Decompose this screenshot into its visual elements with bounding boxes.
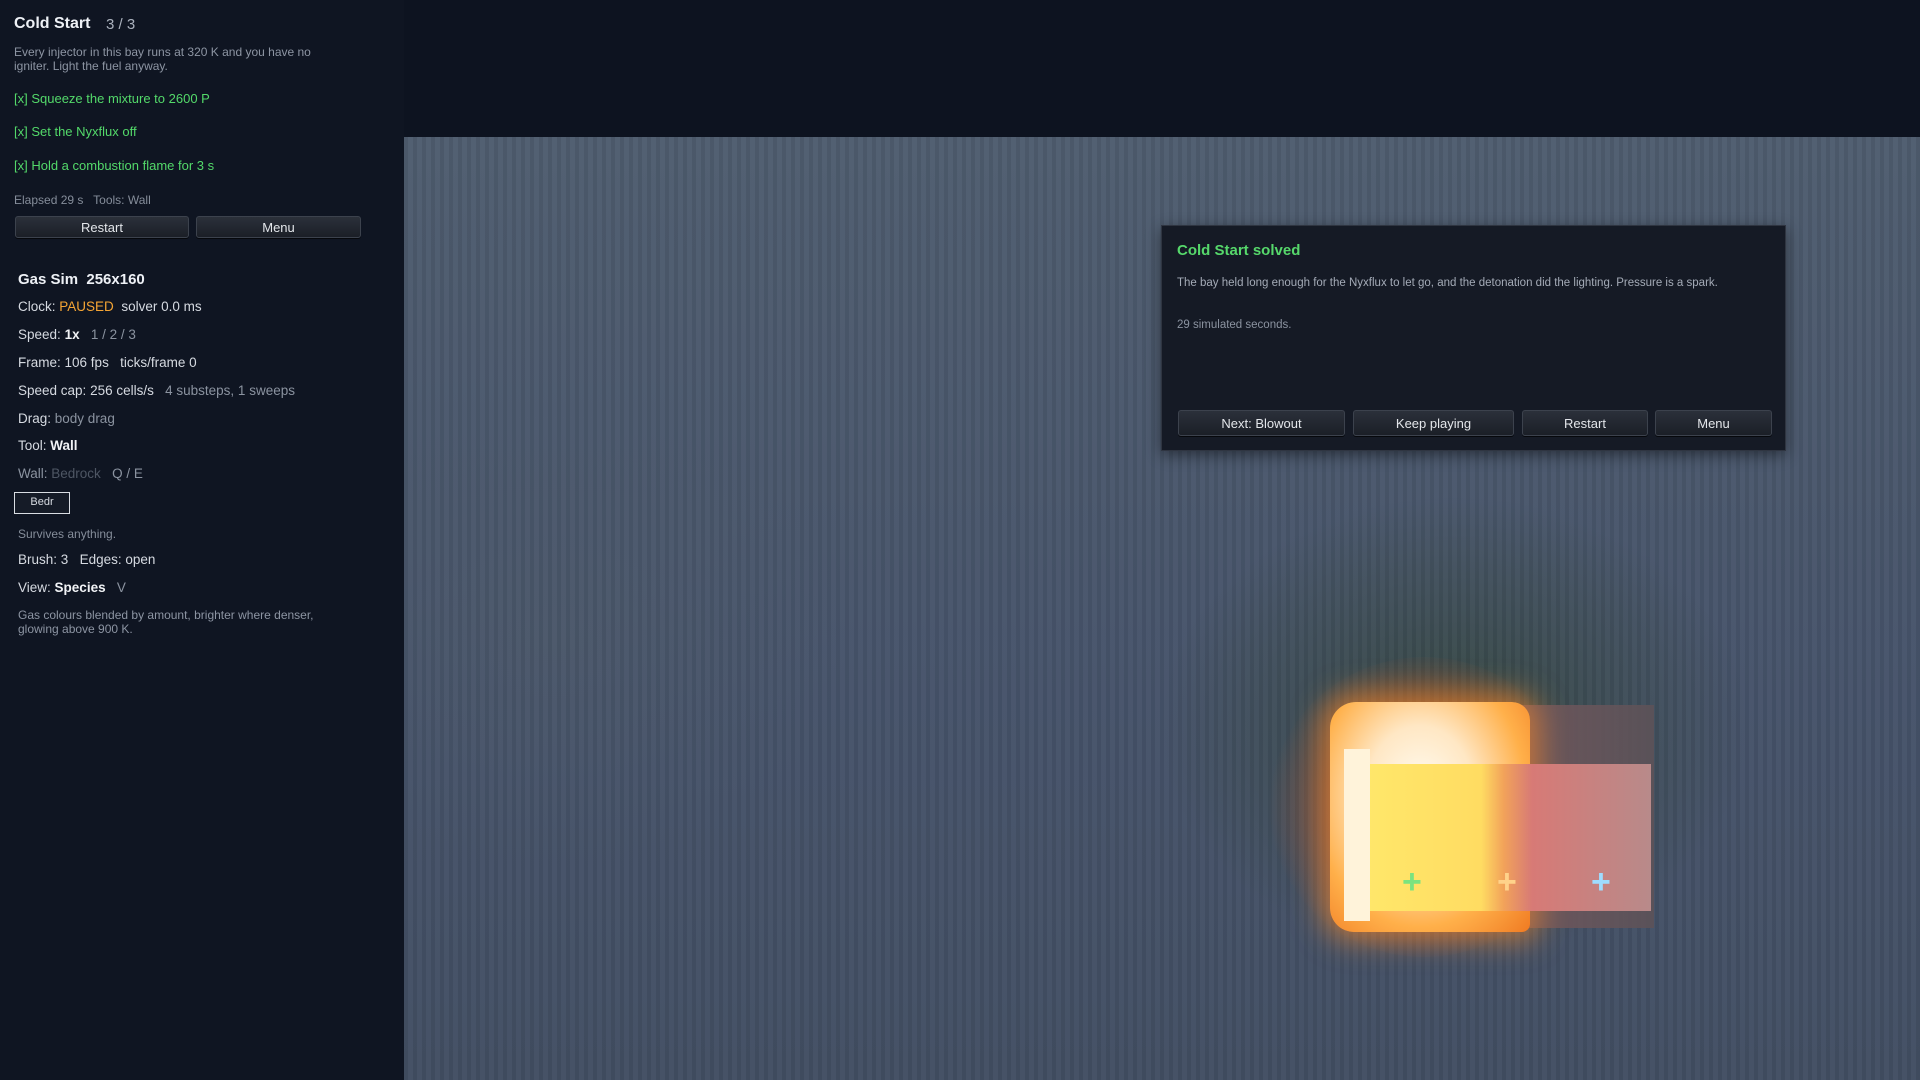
view-mode[interactable]: Species xyxy=(55,580,106,595)
plus-marker-icon: + xyxy=(1591,863,1611,901)
level-progress: 3 / 3 xyxy=(106,16,136,33)
frame-row: Frame: 106 fps ticks/frame 0 xyxy=(18,355,197,370)
dialog-elapsed: 29 simulated seconds. xyxy=(1177,319,1292,331)
drag-label: Drag: xyxy=(18,411,52,426)
objective-item: [x] Squeeze the mixture to 2600 P xyxy=(14,91,210,106)
speed-options[interactable]: 1 / 2 / 3 xyxy=(91,327,136,342)
plus-marker-icon: + xyxy=(1497,863,1517,901)
sim-grid-size: 256x160 xyxy=(86,271,145,288)
clock-label: Clock: xyxy=(18,299,56,314)
wall-hotkeys: Q / E xyxy=(112,466,143,481)
sim-header: Gas Sim 256x160 xyxy=(18,271,145,288)
ticks-per-frame: ticks/frame 0 xyxy=(120,355,197,370)
frame-rate: 106 fps xyxy=(64,355,109,370)
sim-title: Gas Sim xyxy=(18,271,79,288)
tool-row: Tool: Wall xyxy=(18,438,78,453)
drag-value[interactable]: body drag xyxy=(55,411,115,426)
brush-label: Brush: xyxy=(18,552,58,567)
view-row: View: Species V xyxy=(18,580,126,595)
material-swatch-bedrock[interactable]: Bedr xyxy=(14,492,70,514)
brush-row: Brush: 3 Edges: open xyxy=(18,552,155,567)
edges-value[interactable]: open xyxy=(125,552,155,567)
level-complete-dialog: Cold Start solved The bay held long enou… xyxy=(1161,225,1786,451)
speed-cap-row: Speed cap: 256 cells/s 4 substeps, 1 swe… xyxy=(18,383,295,398)
wall-label: Wall: xyxy=(18,466,48,481)
clock-row: Clock: PAUSED solver 0.0 ms xyxy=(18,299,202,314)
speed-cap-value: 256 cells/s xyxy=(90,383,154,398)
drag-row: Drag: body drag xyxy=(18,411,115,426)
substeps-detail: 4 substeps, 1 sweeps xyxy=(165,383,295,398)
wall-material[interactable]: Bedrock xyxy=(51,466,101,481)
frame-label: Frame: xyxy=(18,355,61,370)
top-margin xyxy=(404,0,1920,137)
speed-row: Speed: 1x 1 / 2 / 3 xyxy=(18,327,136,342)
dialog-menu-button[interactable]: Menu xyxy=(1655,410,1772,436)
clock-status[interactable]: PAUSED xyxy=(59,299,114,314)
plus-marker-icon: + xyxy=(1402,863,1422,901)
restart-button[interactable]: Restart xyxy=(15,216,189,238)
view-hotkey: V xyxy=(116,580,126,595)
edges-label: Edges: xyxy=(79,552,122,567)
view-label: View: xyxy=(18,580,51,595)
speed-value: 1x xyxy=(64,327,80,342)
menu-button[interactable]: Menu xyxy=(196,216,361,238)
tool-label: Tool: xyxy=(18,438,47,453)
side-panel: Cold Start 3 / 3 Every injector in this … xyxy=(0,0,404,1080)
solver-time: solver 0.0 ms xyxy=(121,299,202,314)
status-line: Elapsed 29 s Tools: Wall xyxy=(14,193,151,207)
chamber-inner-highlight xyxy=(1344,749,1370,921)
dialog-title: Cold Start solved xyxy=(1177,242,1301,259)
objective-item: [x] Hold a combustion flame for 3 s xyxy=(14,158,215,173)
speed-label: Speed: xyxy=(18,327,61,342)
material-description: Survives anything. xyxy=(18,527,117,541)
tool-value[interactable]: Wall xyxy=(50,438,77,453)
dialog-restart-button[interactable]: Restart xyxy=(1522,410,1648,436)
dialog-body: The bay held long enough for the Nyxflux… xyxy=(1177,277,1718,289)
next-level-button[interactable]: Next: Blowout xyxy=(1178,410,1345,436)
view-description: Gas colours blended by amount, brighter … xyxy=(18,608,314,636)
level-title: Cold Start xyxy=(14,15,91,32)
keep-playing-button[interactable]: Keep playing xyxy=(1353,410,1514,436)
objective-item: [x] Set the Nyxflux off xyxy=(14,124,137,139)
wall-row: Wall: Bedrock Q / E xyxy=(18,466,143,481)
level-description: Every injector in this bay runs at 320 K… xyxy=(14,45,311,73)
brush-value[interactable]: 3 xyxy=(61,552,69,567)
speed-cap-label: Speed cap: xyxy=(18,383,87,398)
